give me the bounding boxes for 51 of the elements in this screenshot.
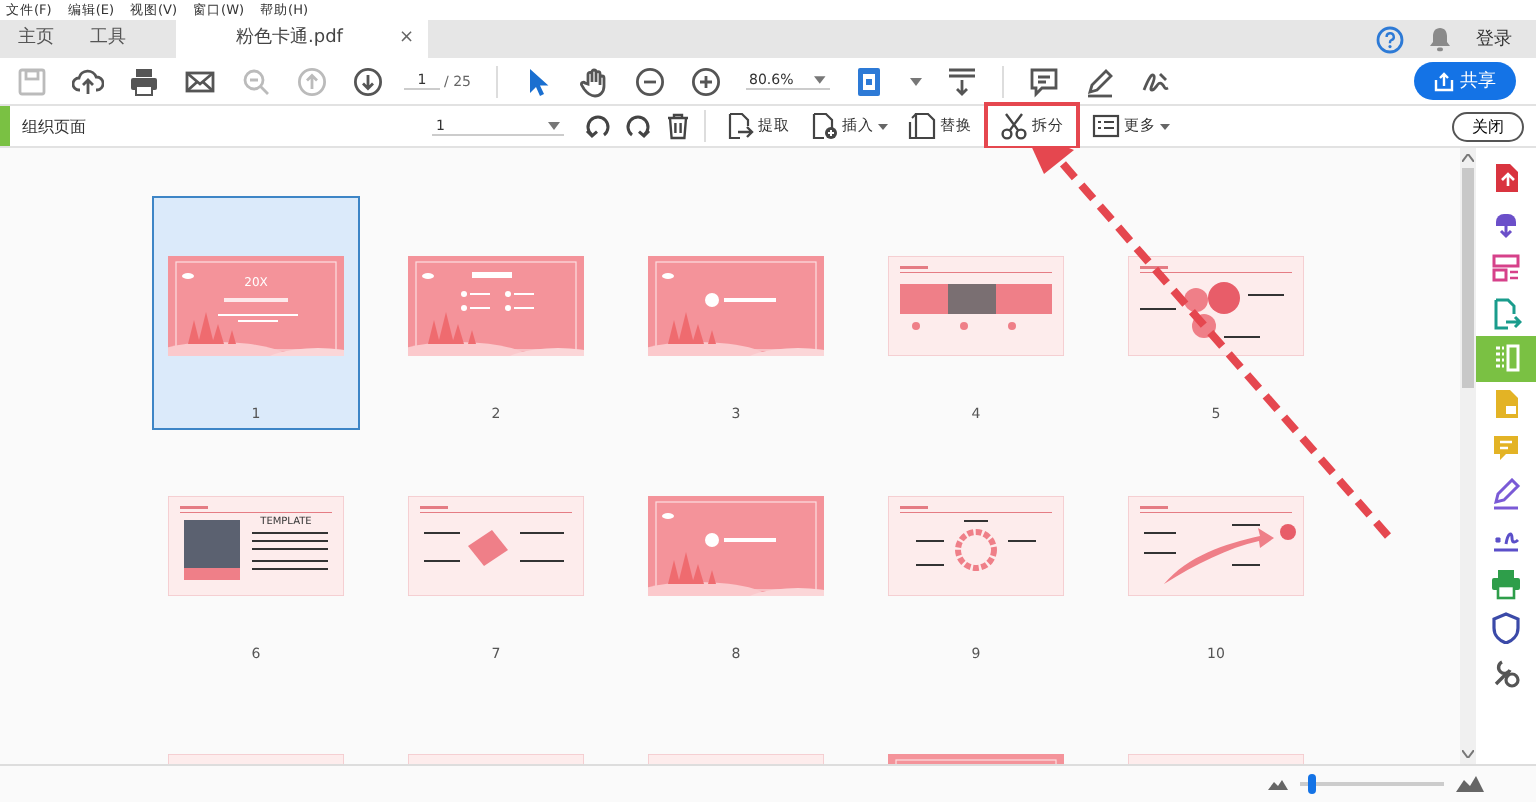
hand-icon[interactable] — [577, 65, 609, 97]
panel-accent-bar — [0, 106, 10, 146]
page-columns-icon — [1490, 342, 1522, 375]
close-icon[interactable]: × — [398, 20, 415, 58]
pen-icon[interactable] — [1083, 65, 1115, 97]
scrollbar[interactable] — [1460, 148, 1476, 764]
help-icon[interactable] — [1376, 25, 1404, 53]
caret-icon — [548, 121, 560, 129]
cloud-upload-icon[interactable] — [72, 65, 104, 97]
tab[interactable]: 主页 — [0, 20, 72, 58]
page-thumbnail[interactable] — [888, 496, 1064, 596]
list-icon — [1092, 112, 1120, 140]
page-fit-icon[interactable] — [853, 65, 885, 97]
scroll-up-icon[interactable] — [1462, 154, 1474, 162]
share-icon — [1434, 71, 1454, 91]
close-button[interactable]: 关闭 — [1452, 111, 1524, 141]
extract-page-icon — [726, 112, 754, 140]
minus-circle-icon[interactable] — [633, 65, 665, 97]
arrow-down-circle-icon[interactable] — [352, 65, 384, 97]
page-thumbnail[interactable] — [648, 496, 824, 596]
scroll-thumb[interactable] — [1462, 168, 1474, 388]
page-thumbnail[interactable] — [408, 496, 584, 596]
page-thumbnail[interactable] — [888, 256, 1064, 356]
caret-icon — [813, 76, 825, 84]
sign-in-link[interactable]: 登录 — [1476, 26, 1512, 52]
large-mountain-icon[interactable] — [1456, 776, 1484, 792]
trash-icon[interactable] — [664, 112, 692, 140]
small-mountain-icon[interactable] — [1268, 778, 1288, 790]
rotate-right-icon[interactable] — [624, 112, 652, 140]
rotate-left-icon[interactable] — [584, 112, 612, 140]
tab[interactable]: 粉色卡通.pdf × — [176, 20, 428, 58]
plus-circle-icon[interactable] — [689, 65, 721, 97]
scroll-down-icon[interactable] — [1462, 750, 1474, 758]
replace-page-icon — [908, 112, 936, 140]
scissors-icon — [1000, 112, 1028, 140]
page-thumbnail[interactable] — [1128, 256, 1304, 356]
comment-icon[interactable] — [1027, 65, 1059, 97]
panel-title: 组织页面 — [22, 115, 88, 137]
print-icon[interactable] — [128, 65, 160, 97]
page-thumbnail[interactable] — [408, 256, 584, 356]
slider-thumb[interactable] — [1307, 774, 1316, 794]
page-thumbnail[interactable] — [648, 256, 824, 356]
bell-icon[interactable] — [1428, 26, 1452, 52]
insert-page-icon — [810, 112, 838, 140]
tab[interactable]: 工具 — [72, 20, 144, 58]
share-button[interactable]: 共享 — [1414, 62, 1516, 100]
caret-icon[interactable] — [909, 77, 921, 85]
tab-label: 粉色卡通.pdf — [236, 25, 343, 52]
page-thumbnail[interactable] — [1128, 496, 1304, 596]
share-label: 共享 — [1460, 69, 1496, 94]
scroll-mode-icon[interactable] — [945, 65, 977, 97]
